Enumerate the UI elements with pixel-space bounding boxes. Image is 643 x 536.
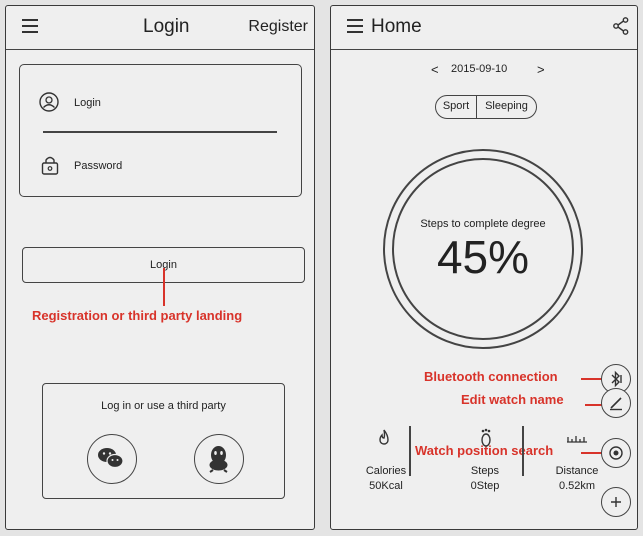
ring-caption: Steps to complete degree	[420, 218, 546, 230]
stat-steps: Steps 0Step	[450, 464, 520, 494]
annotation-bluetooth: Bluetooth connection	[424, 369, 558, 384]
next-day-button[interactable]: >	[537, 62, 545, 77]
plus-icon	[611, 497, 621, 507]
stat-label: Calories	[365, 465, 407, 477]
third-party-label: Log in or use a third party	[101, 400, 226, 412]
footprint-icon	[479, 428, 493, 453]
progress-ring-inner: Steps to complete degree 45%	[392, 158, 574, 340]
tab-sport[interactable]: Sport	[436, 96, 477, 118]
annotation-edit-name: Edit watch name	[461, 392, 564, 407]
home-top-bar: Home	[331, 6, 637, 50]
wechat-login-button[interactable]	[87, 434, 137, 484]
bluetooth-icon	[611, 370, 622, 388]
menu-icon[interactable]	[347, 19, 363, 33]
third-party-panel: Log in or use a third party	[42, 383, 285, 499]
page-title: Home	[371, 16, 422, 37]
home-screen: Home < 2015-09-10 > Sport Sleeping Steps…	[330, 5, 638, 530]
date-selector: < 2015-09-10 >	[331, 62, 637, 80]
lock-icon	[41, 155, 59, 180]
wechat-icon	[98, 448, 124, 469]
share-icon[interactable]	[613, 17, 629, 40]
stat-distance: Distance 0.52km	[542, 464, 612, 494]
pencil-icon	[610, 397, 622, 411]
page-title: Login	[143, 16, 190, 37]
annotation-pointer	[581, 378, 603, 380]
annotation-pointer	[581, 452, 603, 454]
stat-value: 50Kcal	[369, 480, 403, 492]
login-screen: Login Register Login Password Login Regi…	[5, 5, 315, 530]
flame-icon	[376, 429, 392, 452]
user-icon	[39, 92, 59, 117]
login-top-bar: Login Register	[6, 6, 314, 50]
tab-sleeping[interactable]: Sleeping	[477, 96, 536, 118]
stat-calories: Calories 50Kcal	[351, 464, 421, 494]
annotation-pointer	[163, 268, 165, 306]
progress-ring: Steps to complete degree 45%	[383, 149, 583, 349]
register-link[interactable]: Register	[248, 18, 308, 36]
current-date: 2015-09-10	[451, 63, 508, 75]
login-form: Login Password	[19, 64, 302, 197]
mode-toggle: Sport Sleeping	[435, 95, 537, 119]
password-field[interactable]: Password	[74, 160, 122, 172]
annotation-registration: Registration or third party landing	[32, 308, 243, 323]
field-divider	[43, 131, 277, 133]
edit-name-button[interactable]	[601, 388, 631, 418]
stat-label: Steps	[470, 465, 500, 477]
progress-value: 45%	[436, 231, 530, 283]
ruler-icon	[566, 430, 588, 448]
stat-divider	[522, 426, 524, 476]
stat-value: 0.52km	[558, 480, 596, 492]
locate-icon	[609, 446, 623, 460]
menu-icon[interactable]	[22, 19, 38, 33]
stat-value: 0Step	[470, 480, 500, 492]
stat-label: Distance	[555, 465, 599, 477]
login-field[interactable]: Login	[74, 97, 101, 109]
previous-day-button[interactable]: <	[431, 62, 439, 77]
qq-login-button[interactable]	[194, 434, 244, 484]
qq-icon	[209, 446, 228, 473]
